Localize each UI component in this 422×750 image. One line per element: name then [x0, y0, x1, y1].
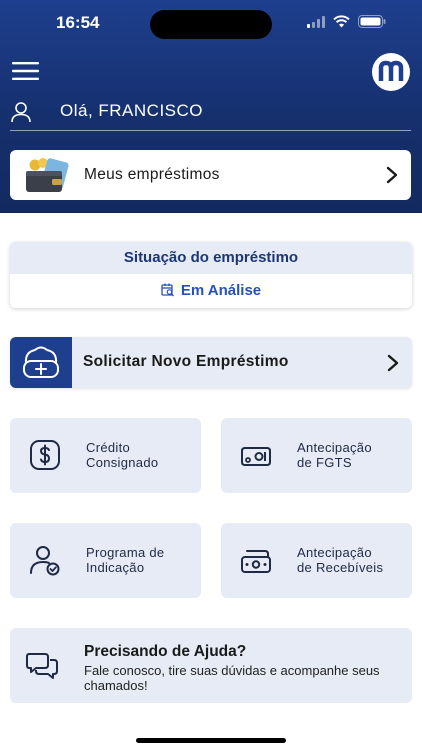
loan-status-title: Situação do empréstimo: [10, 242, 412, 274]
cash-icon: [239, 438, 273, 472]
user-icon[interactable]: [10, 101, 32, 123]
request-icon-box: [10, 337, 72, 388]
status-bar: 16:54: [0, 0, 422, 46]
help-subtitle: Fale conosco, tire suas dúvidas e acompa…: [84, 663, 380, 693]
tile-label: Antecipação de FGTS: [297, 440, 372, 470]
tile-antecipacao-recebiveis[interactable]: Antecipação de Recebíveis: [221, 523, 412, 598]
request-new-loan-label: Solicitar Novo Empréstimo: [83, 353, 289, 370]
loan-status-value: Em Análise: [180, 282, 262, 299]
chevron-right-icon: [386, 353, 400, 373]
signal-icon: [307, 15, 325, 28]
help-card[interactable]: Precisando de Ajuda? Fale conosco, tire …: [10, 628, 412, 703]
tile-programa-indicacao[interactable]: Programa de Indicação: [10, 523, 201, 598]
tile-credito-consignado[interactable]: Crédito Consignado: [10, 418, 201, 493]
tile-label: Crédito Consignado: [86, 440, 159, 470]
user-check-icon: [28, 543, 62, 577]
tile-label: Antecipação de Recebíveis: [297, 545, 384, 575]
chevron-right-icon: [385, 165, 399, 185]
dollar-icon: [28, 438, 62, 472]
calendar-search-icon: [161, 283, 174, 297]
my-loans-label: Meus empréstimos: [84, 166, 220, 183]
hamburger-menu-icon[interactable]: [12, 61, 40, 81]
greeting-row: Olá, FRANCISCO: [10, 96, 411, 131]
cloud-add-icon: [23, 346, 59, 378]
money-transfer-icon: [239, 543, 273, 577]
app-header: 16:54 Olá, FRANCISCO Meus empréstimos: [0, 0, 422, 213]
home-indicator[interactable]: [136, 738, 286, 743]
loan-status-value-row: Em Análise: [10, 274, 412, 308]
tile-label: Programa de Indicação: [86, 545, 165, 575]
chat-icon: [26, 650, 58, 680]
battery-icon: [358, 15, 386, 28]
dynamic-island: [150, 10, 272, 39]
wifi-icon: [333, 15, 350, 28]
tile-antecipacao-fgts[interactable]: Antecipação de FGTS: [221, 418, 412, 493]
request-new-loan-button[interactable]: Solicitar Novo Empréstimo: [10, 337, 412, 388]
my-loans-button[interactable]: Meus empréstimos: [10, 150, 411, 200]
help-title: Precisando de Ajuda?: [84, 643, 247, 660]
greeting-text: Olá, FRANCISCO: [60, 101, 204, 120]
status-time: 16:54: [56, 13, 100, 32]
loan-status-card[interactable]: Situação do empréstimo Em Análise: [10, 242, 412, 308]
status-icons: [307, 15, 386, 28]
wallet-icon: [22, 157, 72, 195]
brand-logo-icon[interactable]: [372, 53, 410, 91]
